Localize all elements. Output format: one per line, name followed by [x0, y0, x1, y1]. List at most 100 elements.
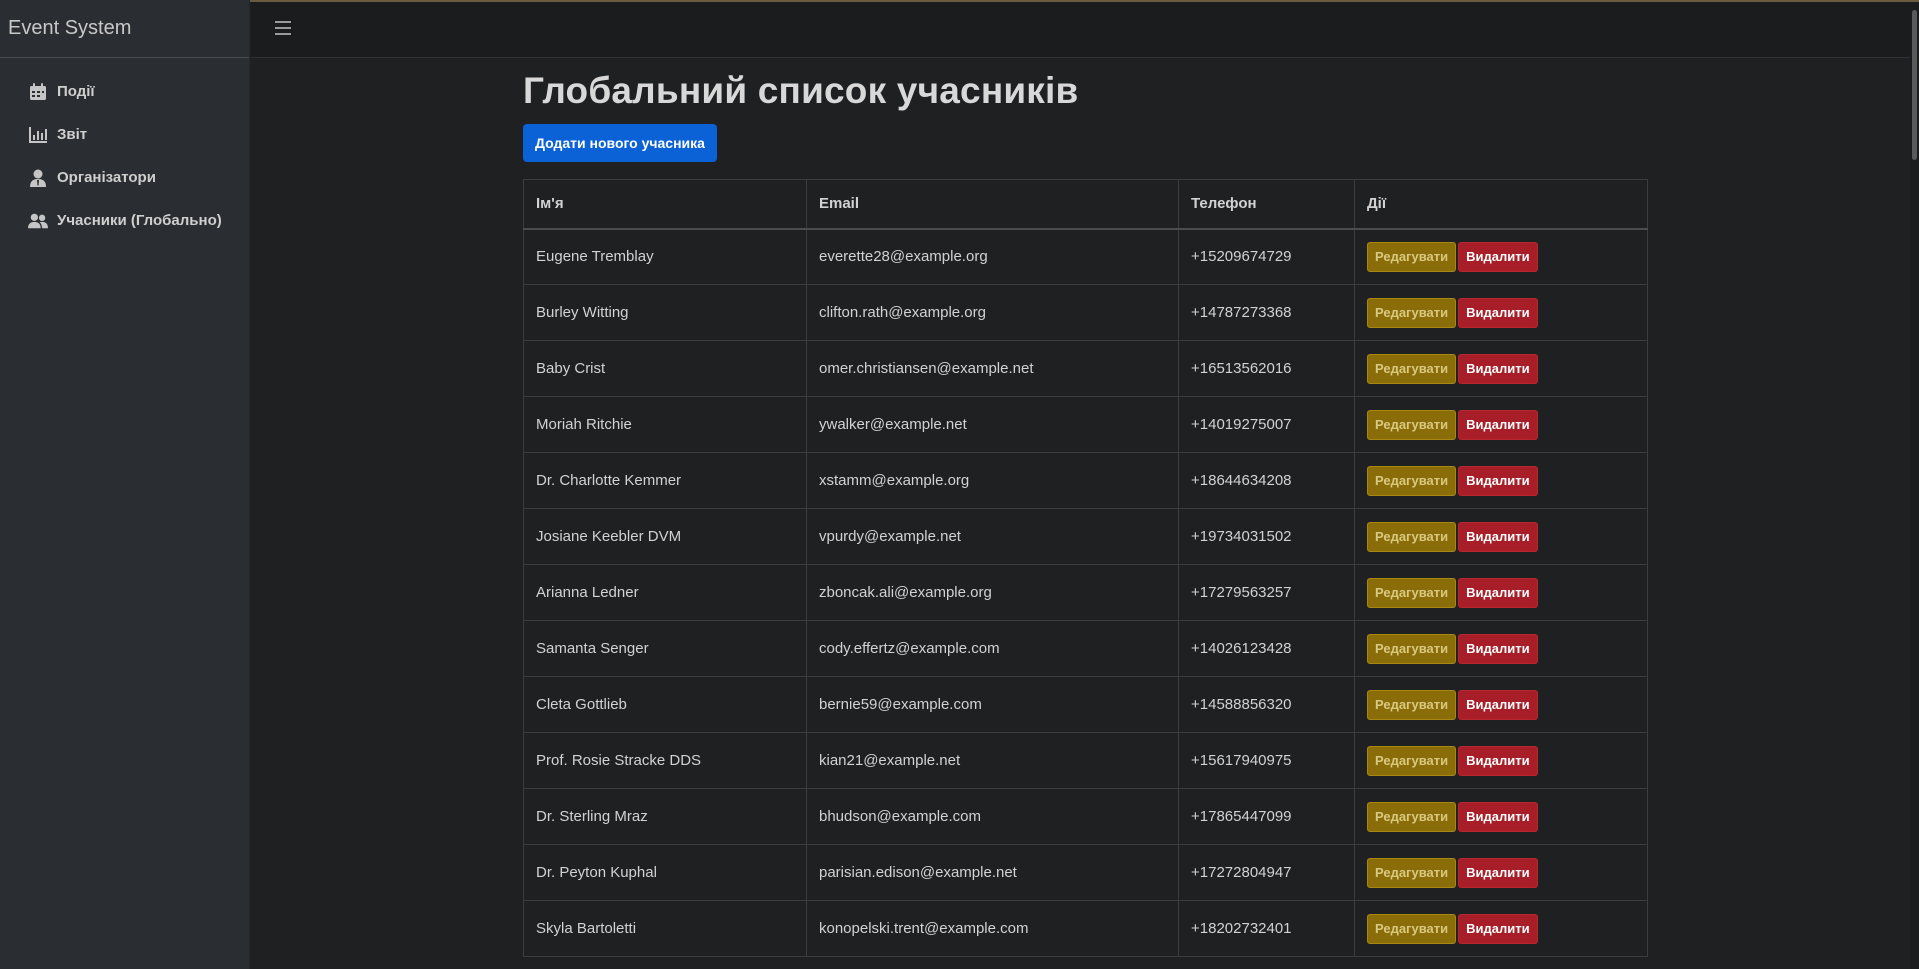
scrollbar[interactable]: [1910, 2, 1919, 969]
row-actions: Редагувати Видалити: [1354, 564, 1648, 621]
delete-button[interactable]: Видалити: [1458, 913, 1538, 944]
row-actions: Редагувати Видалити: [1354, 508, 1648, 565]
participant-phone: +15209674729: [1178, 228, 1355, 285]
delete-button[interactable]: Видалити: [1458, 409, 1538, 440]
delete-button[interactable]: Видалити: [1458, 857, 1538, 888]
participant-name: Arianna Ledner: [523, 564, 807, 621]
delete-button[interactable]: Видалити: [1458, 297, 1538, 328]
participant-email: parisian.edison@example.net: [806, 844, 1179, 901]
sidebar: Event System Події Звіт Організатори Уча…: [0, 0, 250, 969]
sidebar-item-participants-global[interactable]: Учасники (Глобально): [0, 199, 249, 242]
participant-email: cody.effertz@example.com: [806, 620, 1179, 677]
add-participant-button[interactable]: Додати нового учасника: [523, 124, 717, 162]
users-icon: [28, 213, 48, 228]
edit-button[interactable]: Редагувати: [1367, 857, 1457, 888]
sidebar-item-label: Звіт: [57, 126, 88, 143]
table-row: Eugene Tremblay everette28@example.org +15…: [523, 228, 1648, 285]
row-actions: Редагувати Видалити: [1354, 676, 1648, 733]
participant-email: clifton.rath@example.org: [806, 284, 1179, 341]
table-row: Cleta Gottlieb bernie59@example.com +14588…: [523, 676, 1648, 733]
table-header-row: Ім'я Email Телефон Дії: [523, 179, 1648, 230]
table-row: Baby Crist omer.christiansen@example.net +…: [523, 340, 1648, 397]
header-actions: Дії: [1354, 179, 1648, 230]
table-row: Josiane Keebler DVM vpurdy@example.net +19…: [523, 508, 1648, 565]
row-actions: Редагувати Видалити: [1354, 900, 1648, 957]
participant-phone: +14019275007: [1178, 396, 1355, 453]
delete-button[interactable]: Видалити: [1458, 465, 1538, 496]
participant-name: Prof. Rosie Stracke DDS: [523, 732, 807, 789]
header-phone: Телефон: [1178, 179, 1355, 230]
participant-email: kian21@example.net: [806, 732, 1179, 789]
menu-toggle-icon[interactable]: [275, 21, 291, 35]
participant-name: Dr. Sterling Mraz: [523, 788, 807, 845]
edit-button[interactable]: Редагувати: [1367, 353, 1457, 384]
participant-email: zboncak.ali@example.org: [806, 564, 1179, 621]
participant-name: Skyla Bartoletti: [523, 900, 807, 957]
delete-button[interactable]: Видалити: [1458, 745, 1538, 776]
edit-button[interactable]: Редагувати: [1367, 689, 1457, 720]
table-row: Skyla Bartoletti konopelski.trent@example…: [523, 900, 1648, 957]
participant-phone: +14588856320: [1178, 676, 1355, 733]
edit-button[interactable]: Редагувати: [1367, 577, 1457, 608]
row-actions: Редагувати Видалити: [1354, 620, 1648, 677]
participant-phone: +17272804947: [1178, 844, 1355, 901]
table-row: Dr. Sterling Mraz bhudson@example.com +178…: [523, 788, 1648, 845]
header-email: Email: [806, 179, 1179, 230]
table-row: Prof. Rosie Stracke DDS kian21@example.ne…: [523, 732, 1648, 789]
sidebar-item-report[interactable]: Звіт: [0, 113, 249, 156]
table-row: Dr. Charlotte Kemmer xstamm@example.org +1…: [523, 452, 1648, 509]
row-actions: Редагувати Видалити: [1354, 732, 1648, 789]
sidebar-item-label: Події: [57, 83, 95, 100]
sidebar-item-label: Учасники (Глобально): [57, 212, 222, 229]
table-body: Eugene Tremblay everette28@example.org +15…: [523, 228, 1648, 957]
edit-button[interactable]: Редагувати: [1367, 913, 1457, 944]
participant-phone: +16513562016: [1178, 340, 1355, 397]
user-tie-icon: [30, 169, 46, 187]
row-actions: Редагувати Видалити: [1354, 340, 1648, 397]
delete-button[interactable]: Видалити: [1458, 633, 1538, 664]
participant-name: Cleta Gottlieb: [523, 676, 807, 733]
edit-button[interactable]: Редагувати: [1367, 241, 1457, 272]
page-title: Глобальний список учасників: [523, 70, 1079, 111]
participant-phone: +19734031502: [1178, 508, 1355, 565]
brand-title[interactable]: Event System: [0, 0, 249, 58]
edit-button[interactable]: Редагувати: [1367, 409, 1457, 440]
edit-button[interactable]: Редагувати: [1367, 521, 1457, 552]
sidebar-item-events[interactable]: Події: [0, 70, 249, 113]
participant-name: Eugene Tremblay: [523, 228, 807, 285]
delete-button[interactable]: Видалити: [1458, 689, 1538, 720]
table-row: Dr. Peyton Kuphal parisian.edison@example…: [523, 844, 1648, 901]
sidebar-item-organizers[interactable]: Організатори: [0, 156, 249, 199]
scrollbar-thumb[interactable]: [1912, 10, 1917, 160]
participants-table: Ім'я Email Телефон Дії Eugene Tremblay ev…: [523, 179, 1648, 957]
delete-button[interactable]: Видалити: [1458, 577, 1538, 608]
participant-phone: +15617940975: [1178, 732, 1355, 789]
edit-button[interactable]: Редагувати: [1367, 633, 1457, 664]
calendar-icon: [30, 82, 46, 100]
header-name: Ім'я: [523, 179, 807, 230]
participant-name: Moriah Ritchie: [523, 396, 807, 453]
delete-button[interactable]: Видалити: [1458, 521, 1538, 552]
edit-button[interactable]: Редагувати: [1367, 297, 1457, 328]
delete-button[interactable]: Видалити: [1458, 801, 1538, 832]
edit-button[interactable]: Редагувати: [1367, 465, 1457, 496]
participant-name: Dr. Peyton Kuphal: [523, 844, 807, 901]
participant-phone: +14787273368: [1178, 284, 1355, 341]
participant-name: Baby Crist: [523, 340, 807, 397]
edit-button[interactable]: Редагувати: [1367, 801, 1457, 832]
top-navbar: [251, 2, 1919, 58]
participant-phone: +17865447099: [1178, 788, 1355, 845]
edit-button[interactable]: Редагувати: [1367, 745, 1457, 776]
chart-icon: [29, 126, 47, 143]
participant-phone: +18644634208: [1178, 452, 1355, 509]
participant-name: Josiane Keebler DVM: [523, 508, 807, 565]
table-row: Arianna Ledner zboncak.ali@example.org +17…: [523, 564, 1648, 621]
participant-email: xstamm@example.org: [806, 452, 1179, 509]
row-actions: Редагувати Видалити: [1354, 284, 1648, 341]
table-row: Moriah Ritchie ywalker@example.net +140192…: [523, 396, 1648, 453]
delete-button[interactable]: Видалити: [1458, 353, 1538, 384]
delete-button[interactable]: Видалити: [1458, 241, 1538, 272]
participant-name: Samanta Senger: [523, 620, 807, 677]
sidebar-nav: Події Звіт Організатори Учасники (Глобал…: [0, 58, 249, 242]
participant-email: vpurdy@example.net: [806, 508, 1179, 565]
